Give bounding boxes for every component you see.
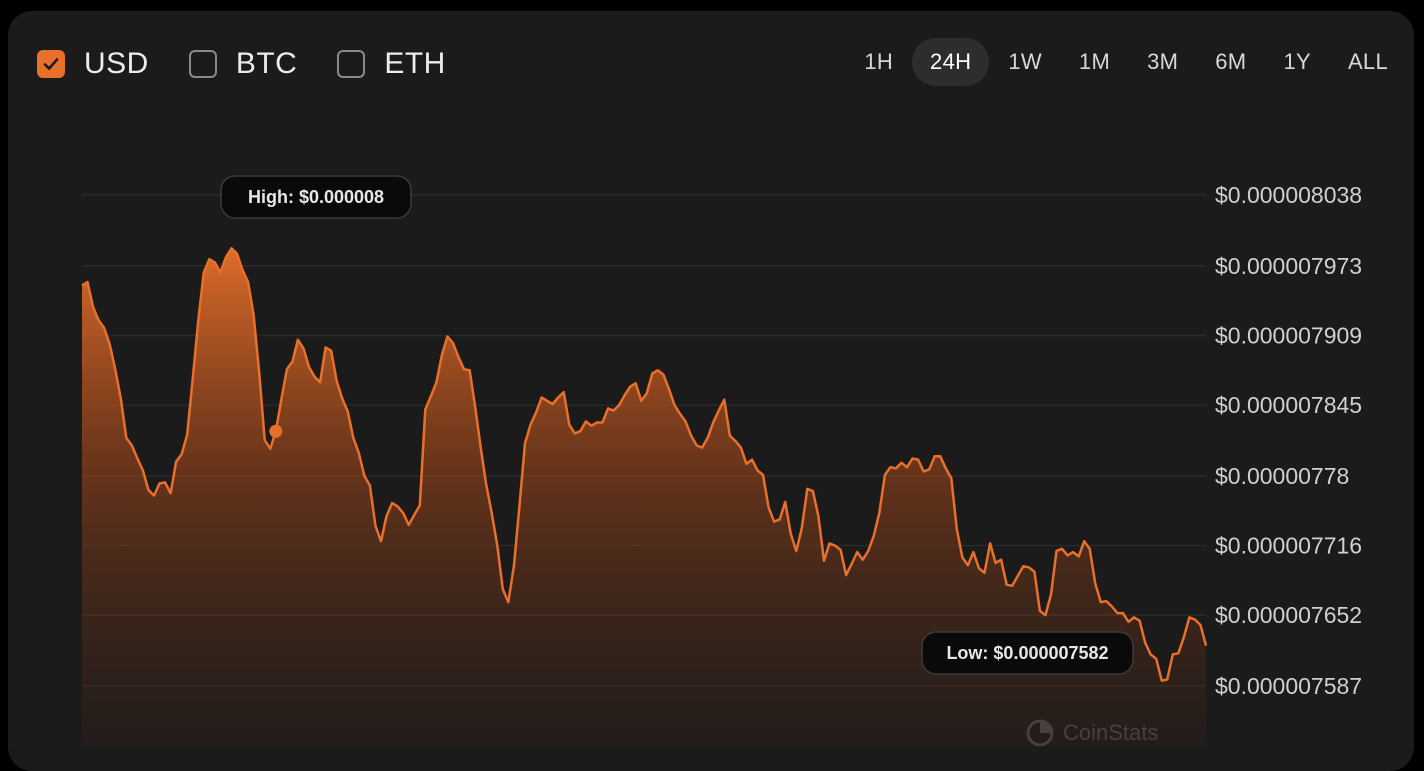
y-tick-label: $0.000007909	[1215, 322, 1362, 348]
y-tick-label: $0.000007587	[1215, 673, 1362, 699]
coinstats-logo-icon	[1026, 719, 1054, 747]
y-tick-label: $0.000007716	[1215, 533, 1362, 559]
low-tooltip-text: Low: $0.000007582	[946, 643, 1108, 663]
y-tick-label: $0.000008038	[1215, 182, 1362, 208]
y-tick-label: $0.000007845	[1215, 392, 1362, 418]
watermark-text: CoinStats	[1063, 720, 1159, 745]
price-chart: $0.000008038 $0.000007973 $0.000007909 $0.0…	[81, 175, 1362, 746]
high-point	[269, 424, 283, 438]
high-tooltip: High: $0.000008	[220, 175, 412, 219]
y-tick-label: $0.000007652	[1215, 602, 1362, 628]
low-tooltip: Low: $0.000007582	[921, 631, 1134, 675]
y-axis-labels: $0.000008038 $0.000007973 $0.000007909 $0.0…	[1215, 182, 1362, 699]
y-tick-label: $0.000007973	[1215, 253, 1362, 279]
high-tooltip-text: High: $0.000008	[248, 187, 384, 207]
price-chart-card: USD BTC ETH 1H 24H 1W 1M 3M 6M 1Y ALL $0.00000803…	[8, 11, 1414, 771]
y-tick-label: $0.00000778	[1215, 463, 1349, 489]
coinstats-watermark: CoinStats	[1025, 717, 1158, 749]
